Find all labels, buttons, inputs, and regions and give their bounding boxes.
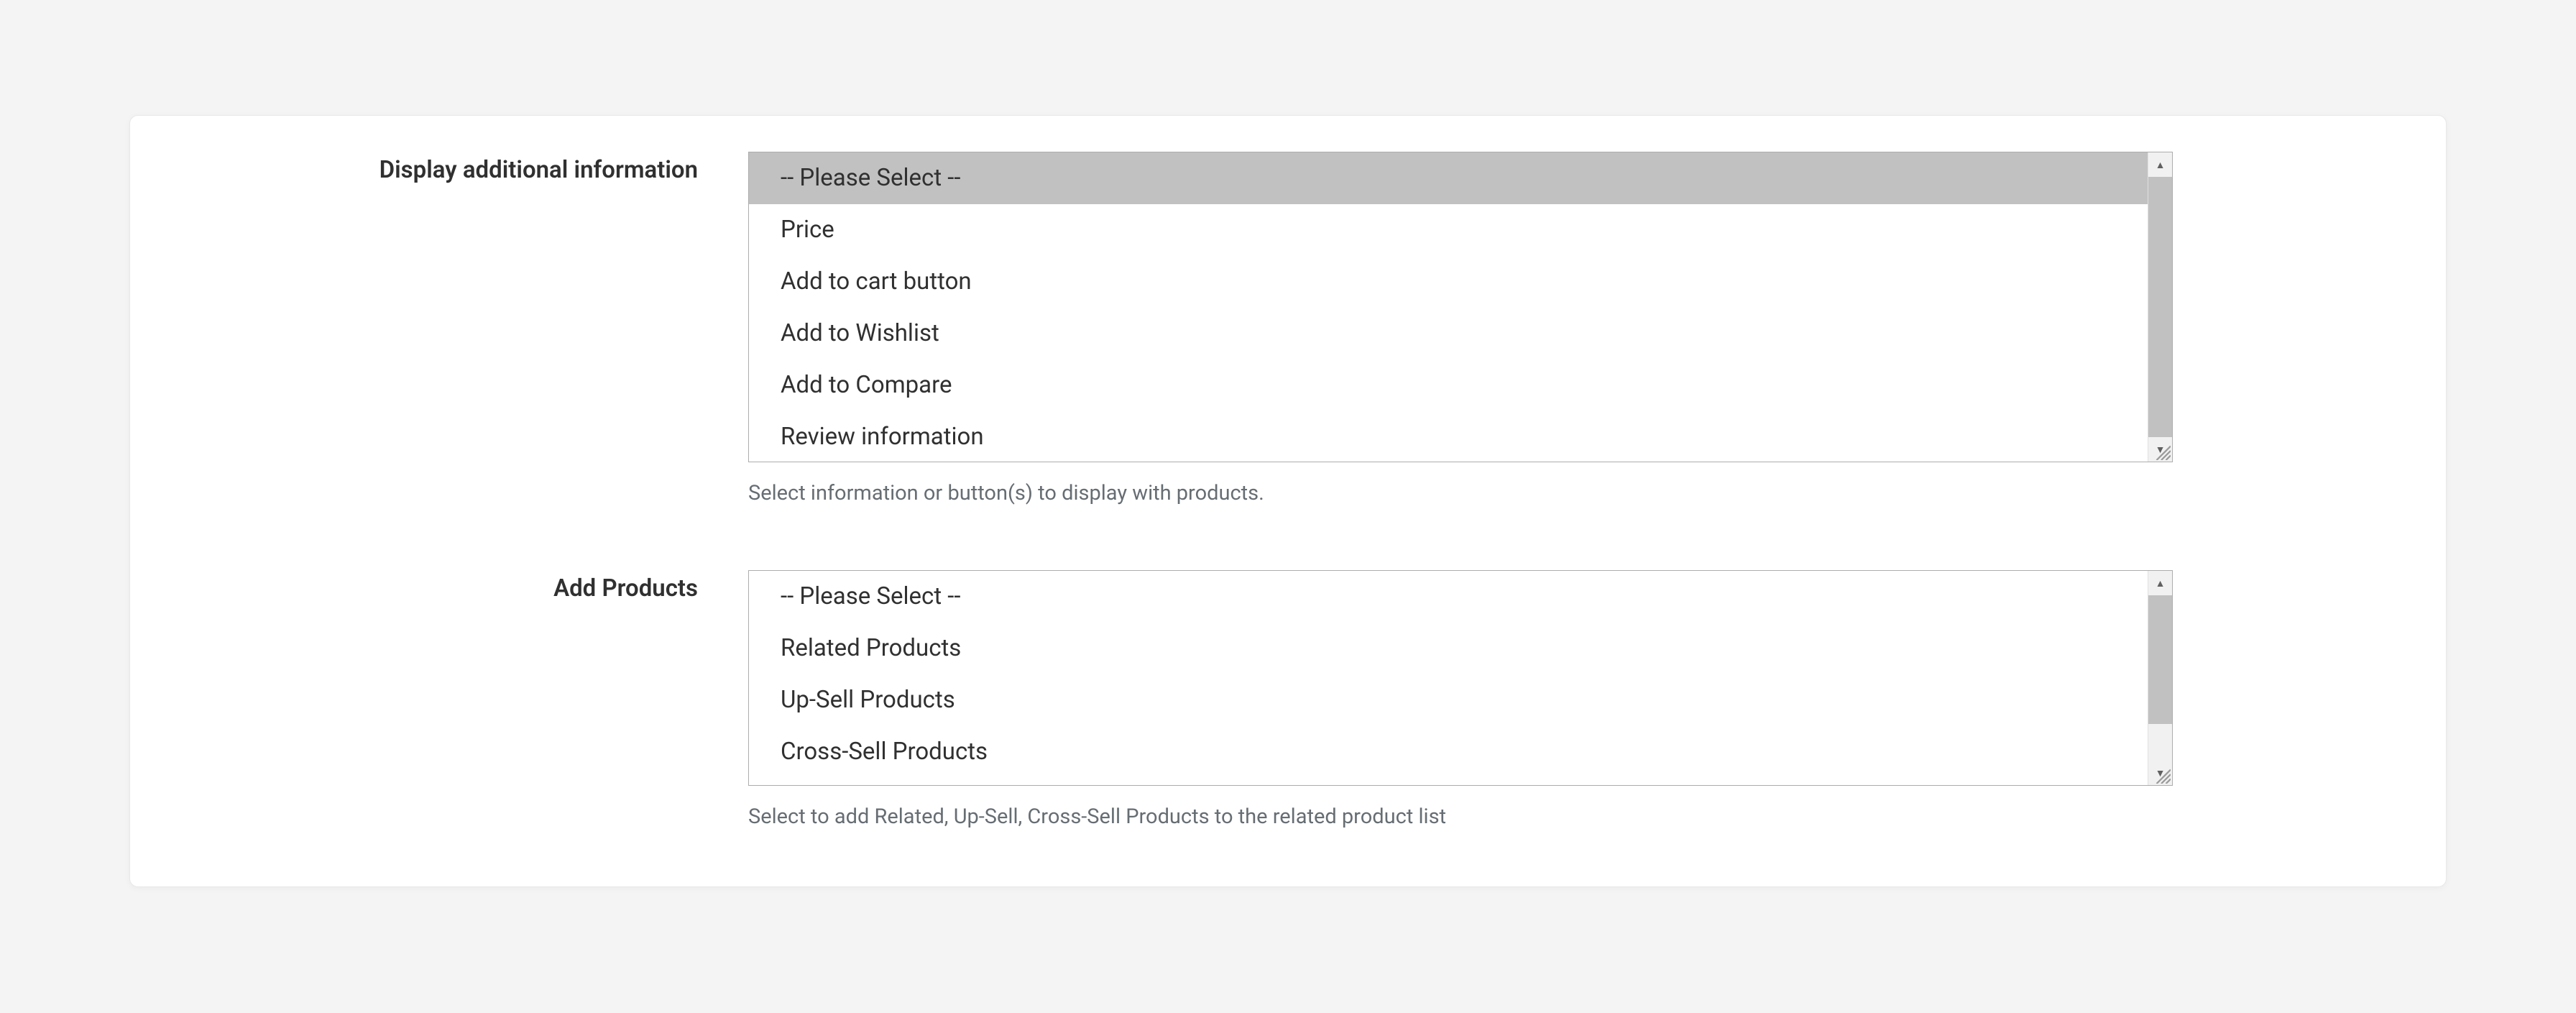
control-col: -- Please Select -- Related Products Up-… — [748, 570, 2173, 829]
field-label-display-additional-info: Display additional information — [380, 156, 698, 184]
listbox-items: -- Please Select -- Price Add to cart bu… — [749, 152, 2148, 462]
display-additional-info-listbox[interactable]: -- Please Select -- Price Add to cart bu… — [748, 152, 2173, 462]
listbox-option-related-products[interactable]: Related Products — [749, 623, 2148, 674]
scrollbar-thumb[interactable] — [2148, 595, 2172, 724]
listbox-option-add-to-compare[interactable]: Add to Compare — [749, 359, 2148, 411]
scrollbar-track[interactable] — [2148, 595, 2172, 761]
triangle-down-icon: ▼ — [2156, 444, 2166, 456]
label-col: Add Products — [346, 570, 748, 602]
triangle-up-icon: ▲ — [2156, 159, 2166, 171]
listbox-option-review-info[interactable]: Review information — [749, 411, 2148, 462]
field-help-display-additional-info: Select information or button(s) to displ… — [748, 481, 2173, 505]
listbox-option-crosssell-products[interactable]: Cross-Sell Products — [749, 726, 2148, 778]
listbox-option-please-select[interactable]: -- Please Select -- — [749, 152, 2148, 204]
page-root: Display additional information -- Please… — [0, 0, 2576, 887]
scrollbar[interactable]: ▲ ▼ — [2148, 571, 2172, 785]
scrollbar-track[interactable] — [2148, 177, 2172, 437]
config-panel: Display additional information -- Please… — [129, 115, 2447, 887]
triangle-up-icon: ▲ — [2156, 577, 2166, 590]
listbox-option-price[interactable]: Price — [749, 204, 2148, 256]
scroll-down-button[interactable]: ▼ — [2148, 437, 2172, 462]
field-display-additional-info: Display additional information -- Please… — [346, 152, 2173, 505]
listbox-option-please-select[interactable]: -- Please Select -- — [749, 571, 2148, 623]
field-help-add-products: Select to add Related, Up-Sell, Cross-Se… — [748, 805, 2173, 829]
triangle-down-icon: ▼ — [2156, 767, 2166, 779]
label-col: Display additional information — [346, 152, 748, 184]
scroll-up-button[interactable]: ▲ — [2148, 571, 2172, 595]
scroll-down-button[interactable]: ▼ — [2148, 761, 2172, 785]
listbox-option-add-to-wishlist[interactable]: Add to Wishlist — [749, 308, 2148, 359]
control-col: -- Please Select -- Price Add to cart bu… — [748, 152, 2173, 505]
listbox-option-add-to-cart[interactable]: Add to cart button — [749, 256, 2148, 308]
listbox-option-upsell-products[interactable]: Up-Sell Products — [749, 674, 2148, 726]
scrollbar-thumb[interactable] — [2148, 177, 2172, 437]
scrollbar[interactable]: ▲ ▼ — [2148, 152, 2172, 462]
add-products-listbox[interactable]: -- Please Select -- Related Products Up-… — [748, 570, 2173, 786]
field-add-products: Add Products -- Please Select -- Related… — [346, 570, 2173, 829]
listbox-items: -- Please Select -- Related Products Up-… — [749, 571, 2148, 785]
field-label-add-products: Add Products — [553, 574, 698, 602]
scroll-up-button[interactable]: ▲ — [2148, 152, 2172, 177]
